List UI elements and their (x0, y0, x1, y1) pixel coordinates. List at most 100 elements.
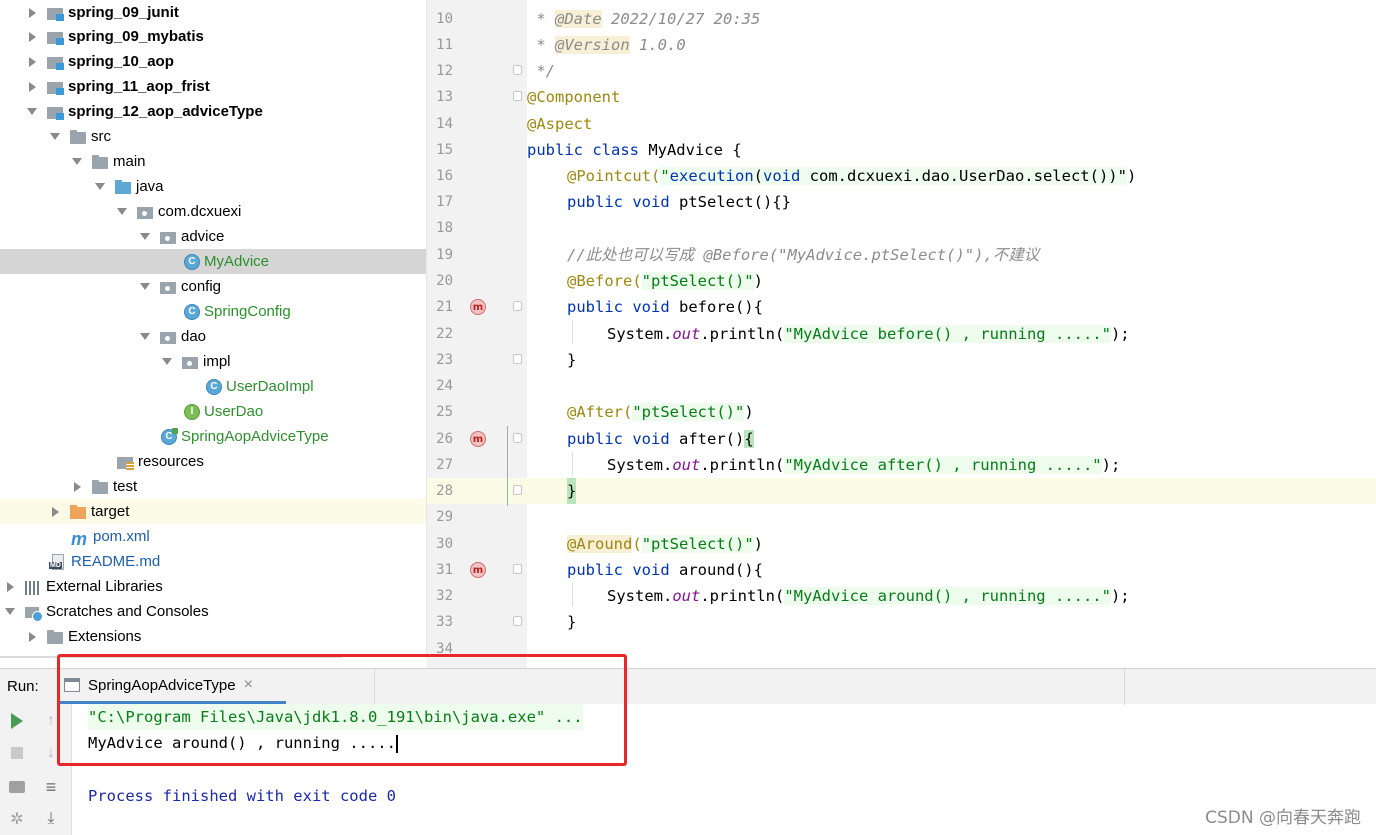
tree-item-spring-09-junit[interactable]: spring_09_junit (0, 0, 426, 25)
tree-item-myadvice[interactable]: C MyAdvice (0, 249, 426, 274)
code-text: System. (607, 325, 673, 343)
tree-item-label: MyAdvice (204, 253, 270, 270)
settings-icon[interactable] (6, 808, 28, 830)
fold-marker-icon[interactable] (513, 354, 522, 364)
code-text: MyAdvice { (638, 141, 742, 159)
tree-item-label: SpringAopAdviceType (181, 428, 329, 445)
tree-item-spring-09-mybatis[interactable]: spring_09_mybatis (0, 24, 426, 49)
collapse-arrow-icon[interactable] (139, 281, 151, 293)
collapse-arrow-icon[interactable] (161, 356, 173, 368)
folder-icon (46, 629, 64, 645)
tree-item-springaopadvicetype[interactable]: C SpringAopAdviceType (0, 424, 426, 449)
advice-marker-icon[interactable]: m (470, 431, 486, 447)
tree-item-label: target (91, 503, 130, 520)
tree-item-extensions[interactable]: Extensions (0, 624, 426, 649)
string-text: "ptSelect()" (632, 403, 745, 421)
fold-marker-icon[interactable] (513, 564, 522, 574)
collapse-arrow-icon[interactable] (26, 106, 38, 118)
module-folder-icon (46, 5, 64, 21)
tree-item-pom-xml[interactable]: m pom.xml (0, 524, 426, 549)
code-text: } (567, 351, 577, 369)
tree-item-main[interactable]: main (0, 149, 426, 174)
tree-item-springconfig[interactable]: C SpringConfig (0, 299, 426, 324)
collapse-arrow-icon[interactable] (4, 606, 16, 618)
fold-marker-icon[interactable] (513, 485, 522, 495)
fold-marker-icon[interactable] (513, 616, 522, 626)
collapse-arrow-icon[interactable] (94, 181, 106, 193)
tree-item-impl[interactable]: impl (0, 349, 426, 374)
keyword-text: public void (567, 298, 670, 316)
code-text: .println( (700, 456, 785, 474)
code-line: 12 */ (427, 58, 1376, 84)
expand-arrow-icon[interactable] (49, 506, 61, 518)
tree-item-test[interactable]: test (0, 474, 426, 499)
fold-marker-icon[interactable] (513, 65, 522, 75)
tree-item-scratches[interactable]: Scratches and Consoles (0, 599, 426, 624)
tree-item-target[interactable]: target (0, 499, 426, 524)
matched-brace: } (567, 478, 577, 504)
expand-arrow-icon[interactable] (26, 7, 38, 19)
stop-icon[interactable] (6, 742, 28, 764)
comment-text: 1.0.0 (629, 36, 686, 54)
fold-marker-icon[interactable] (513, 91, 522, 101)
tree-item-label: UserDaoImpl (226, 378, 314, 395)
tree-item-src[interactable]: src (0, 124, 426, 149)
annotation-text: @After( (567, 403, 633, 421)
scroll-to-end-icon[interactable] (40, 808, 62, 830)
expand-arrow-icon[interactable] (26, 631, 38, 643)
expand-arrow-icon[interactable] (71, 481, 83, 493)
class-icon: C (206, 378, 222, 395)
tree-item-label: resources (138, 453, 204, 470)
package-icon (136, 204, 154, 220)
scope-guide (507, 426, 508, 506)
collapse-arrow-icon[interactable] (116, 206, 128, 218)
expand-arrow-icon[interactable] (26, 31, 38, 43)
tree-item-spring-11-aop-frist[interactable]: spring_11_aop_frist (0, 74, 426, 99)
advice-marker-icon[interactable]: m (470, 562, 486, 578)
soft-wrap-icon[interactable] (40, 776, 62, 798)
code-editor[interactable]: 10 * @Date 2022/10/27 20:35 11 * @Versio… (427, 0, 1376, 668)
tree-item-config[interactable]: config (0, 274, 426, 299)
string-text: "MyAdvice around() , running ....." (784, 587, 1111, 605)
fold-marker-icon[interactable] (513, 433, 522, 443)
tree-item-java[interactable]: java (0, 174, 426, 199)
tree-item-label: java (136, 178, 164, 195)
collapse-arrow-icon[interactable] (71, 156, 83, 168)
expand-arrow-icon[interactable] (26, 81, 38, 93)
tree-item-external-libraries[interactable]: External Libraries (0, 574, 426, 599)
camera-icon[interactable] (6, 776, 28, 798)
code-text: .println( (700, 325, 785, 343)
collapse-arrow-icon[interactable] (139, 331, 151, 343)
maven-icon: m (71, 528, 88, 549)
line-number: 14 (436, 116, 453, 132)
tree-item-label: spring_12_aop_adviceType (68, 103, 263, 120)
line-number: 22 (436, 326, 453, 342)
tree-item-spring-10-aop[interactable]: spring_10_aop (0, 49, 426, 74)
collapse-arrow-icon[interactable] (49, 131, 61, 143)
line-number: 15 (436, 142, 453, 158)
tree-item-resources[interactable]: resources (0, 449, 426, 474)
module-folder-icon (46, 54, 64, 70)
code-text: after() (669, 430, 745, 448)
tree-item-userdaoimpl[interactable]: C UserDaoImpl (0, 374, 426, 399)
package-icon (159, 279, 177, 295)
tree-item-dao[interactable]: dao (0, 324, 426, 349)
tree-item-spring-12-aop-advicetype[interactable]: spring_12_aop_adviceType (0, 99, 426, 124)
tree-item-label: com.dcxuexi (158, 203, 242, 220)
tree-item-readme[interactable]: README.md (0, 549, 426, 574)
expand-arrow-icon[interactable] (4, 581, 16, 593)
rerun-play-icon[interactable] (6, 710, 28, 732)
watermark: CSDN @向春天奔跑 (1205, 808, 1361, 828)
package-icon (159, 229, 177, 245)
tree-item-com-dcxuexi[interactable]: com.dcxuexi (0, 199, 426, 224)
code-text: ptSelect(){} (669, 193, 791, 211)
fold-marker-icon[interactable] (513, 301, 522, 311)
scratches-icon (24, 604, 43, 622)
collapse-arrow-icon[interactable] (139, 231, 151, 243)
expand-arrow-icon[interactable] (26, 56, 38, 68)
source-folder-icon (114, 179, 132, 195)
advice-marker-icon[interactable]: m (470, 299, 486, 315)
tree-item-userdao[interactable]: I UserDao (0, 399, 426, 424)
tree-item-advice[interactable]: advice (0, 224, 426, 249)
code-line: 19 //此处也可以写成 @Before("MyAdvice.ptSelect(… (427, 242, 1376, 268)
